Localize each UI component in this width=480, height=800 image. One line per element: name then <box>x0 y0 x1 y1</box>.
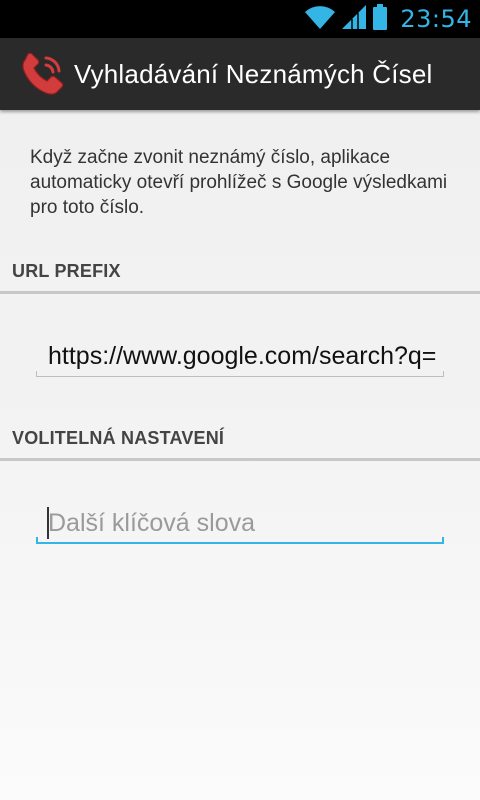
url-prefix-underline <box>36 371 444 377</box>
action-bar: Vyhladávání Neznámých Čísel <box>0 38 480 110</box>
app-title: Vyhladávání Neznámých Čísel <box>74 59 433 89</box>
status-bar: 23:54 <box>0 0 480 38</box>
underline-tick <box>442 537 444 544</box>
keywords-input[interactable] <box>36 504 444 542</box>
signal-icon <box>342 4 367 34</box>
url-prefix-input[interactable] <box>36 337 444 375</box>
underline-tick <box>443 371 444 377</box>
phone-ringing-icon[interactable] <box>19 52 67 98</box>
description-text: Když začne zvonit neznámý číslo, aplikac… <box>30 147 448 218</box>
section-divider <box>0 458 480 461</box>
wifi-icon <box>304 4 336 35</box>
url-prefix-field[interactable] <box>36 337 444 377</box>
text-cursor <box>47 507 49 539</box>
status-icons: 23:54 <box>304 0 472 38</box>
keywords-underline <box>36 537 444 544</box>
section-divider <box>0 291 480 294</box>
keywords-field[interactable] <box>36 504 444 544</box>
underline-tick <box>36 537 38 544</box>
section-header-url-prefix: URL PREFIX <box>12 261 121 281</box>
battery-icon <box>372 3 388 35</box>
underline-tick <box>36 371 37 377</box>
section-header-optional: VOLITELNÁ NASTAVENÍ <box>12 428 225 448</box>
status-time: 23:54 <box>400 5 472 33</box>
